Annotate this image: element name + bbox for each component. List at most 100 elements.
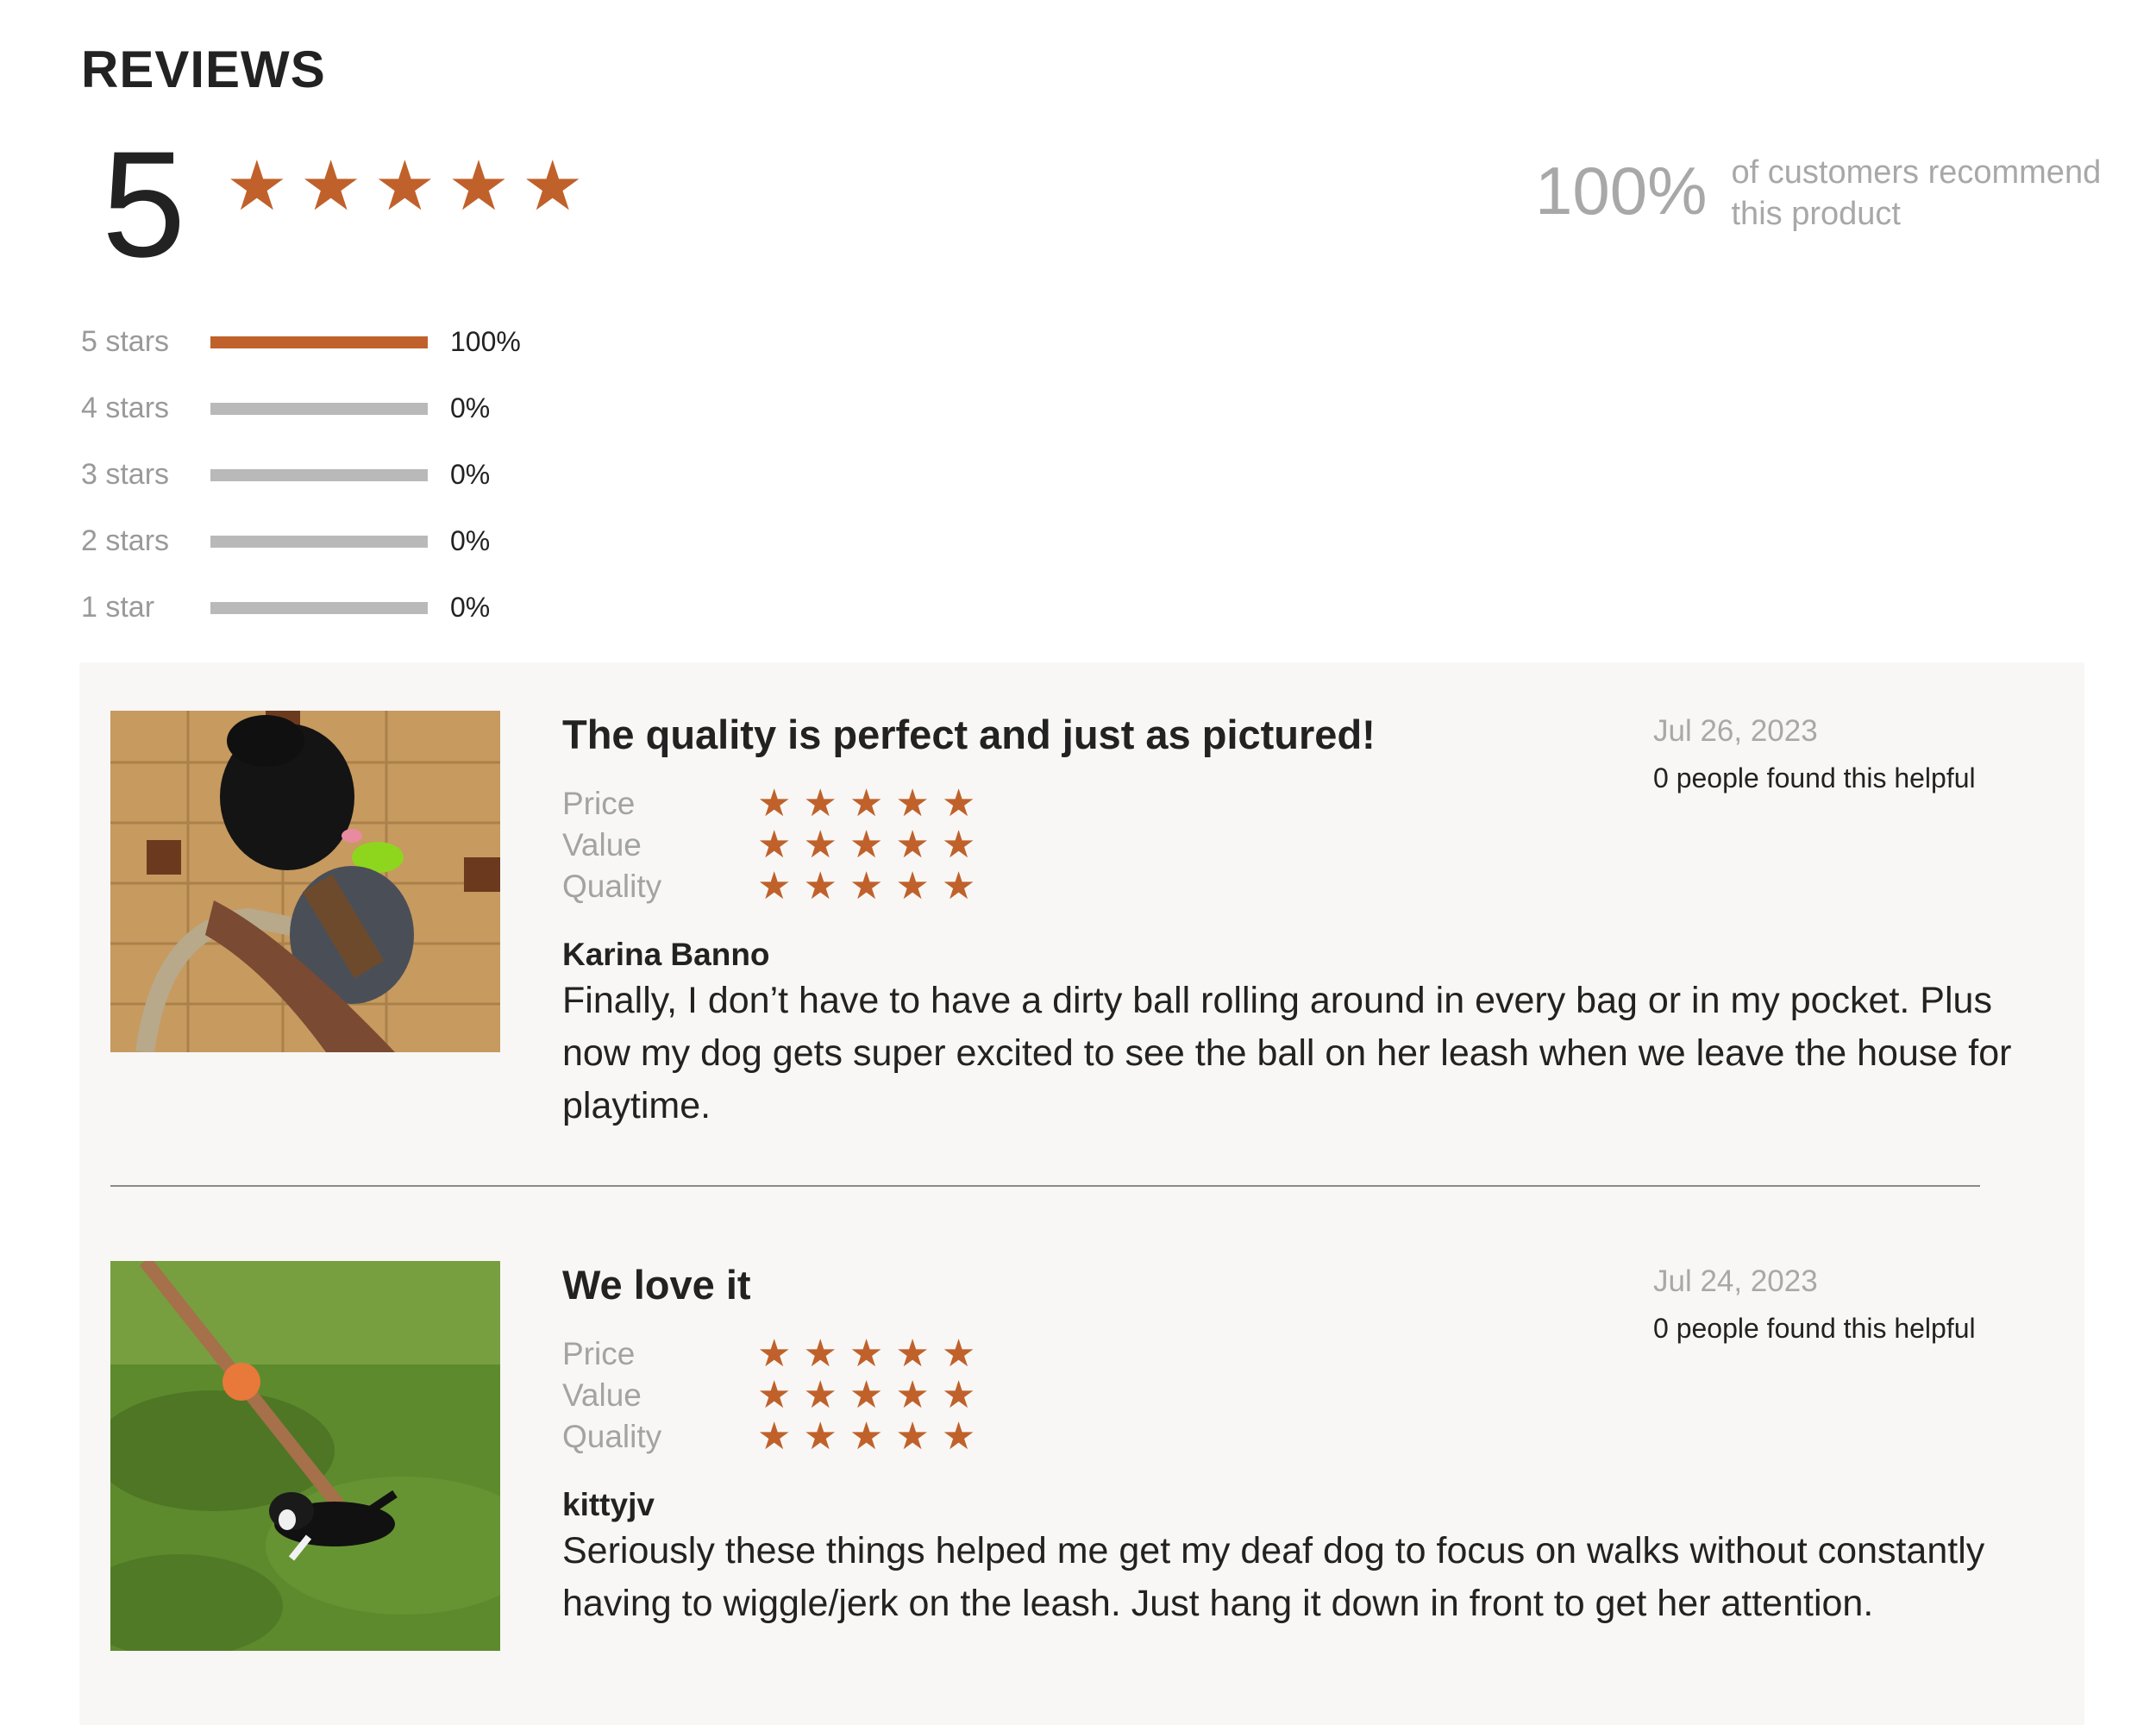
star-icon: ★	[299, 147, 362, 224]
rating-stars: ★ ★ ★ ★ ★	[757, 868, 975, 906]
review-title: We love it	[562, 1262, 751, 1308]
review-card: We love it Price ★ ★ ★ ★ ★ Value ★ ★ ★ ★ ★ Quali…	[79, 1261, 2084, 1692]
star-icon: ★	[895, 1333, 930, 1375]
star-icon: ★	[448, 147, 510, 224]
review-photo[interactable]	[110, 1261, 500, 1651]
distribution-row[interactable]: 5 stars 100%	[81, 309, 521, 375]
distribution-row[interactable]: 4 stars 0%	[81, 375, 521, 442]
star-icon: ★	[895, 1415, 930, 1458]
distribution-row[interactable]: 1 star 0%	[81, 574, 521, 641]
star-icon: ★	[757, 1333, 792, 1375]
rating-stars: ★ ★ ★ ★ ★	[757, 785, 975, 823]
review-divider	[110, 1185, 1980, 1187]
review-helpful[interactable]: 0 people found this helpful	[1653, 762, 1976, 794]
rating-row-quality: Quality ★ ★ ★ ★ ★	[562, 1416, 975, 1458]
distribution-percent: 0%	[450, 459, 491, 490]
distribution-bar	[210, 601, 428, 614]
rating-row-price: Price ★ ★ ★ ★ ★	[562, 783, 975, 825]
recommend-percent: 100%	[1535, 153, 1708, 229]
rating-stars: ★ ★ ★ ★ ★	[757, 1418, 975, 1456]
rating-label: Quality	[562, 1419, 662, 1454]
distribution-label: 1 star	[81, 591, 155, 624]
review-body: Finally, I don’t have to have a dirty ba…	[562, 980, 2012, 1126]
star-icon: ★	[849, 1333, 884, 1375]
distribution-label: 3 stars	[81, 458, 170, 491]
rating-row-quality: Quality ★ ★ ★ ★ ★	[562, 866, 975, 907]
rating-stars: ★ ★ ★ ★ ★	[757, 826, 975, 864]
dog-on-grass-photo	[110, 1261, 500, 1651]
distribution-row[interactable]: 2 stars 0%	[81, 508, 521, 574]
star-icon: ★	[941, 1333, 976, 1375]
review-helpful[interactable]: 0 people found this helpful	[1653, 1313, 1976, 1345]
review-ratings: Price ★ ★ ★ ★ ★ Value ★ ★ ★ ★ ★ Quality ★ ★ ★ ★ ★	[562, 783, 975, 907]
star-icon: ★	[373, 147, 436, 224]
rating-row-value: Value ★ ★ ★ ★ ★	[562, 825, 975, 866]
review-card: The quality is perfect and just as pictu…	[79, 711, 2084, 1194]
star-icon: ★	[803, 1415, 837, 1458]
star-icon: ★	[226, 147, 288, 224]
star-icon: ★	[757, 782, 792, 825]
star-icon: ★	[757, 1374, 792, 1416]
average-rating: 5	[102, 121, 186, 289]
star-icon: ★	[803, 865, 837, 907]
rating-label: Value	[562, 1377, 642, 1413]
rating-label: Price	[562, 1336, 636, 1371]
rating-label: Quality	[562, 869, 662, 904]
review-author: kittyjv	[562, 1487, 655, 1522]
star-icon: ★	[895, 1374, 930, 1416]
dog-with-ball-leash-photo	[110, 711, 500, 1052]
distribution-bar	[210, 535, 428, 548]
star-icon: ★	[849, 1374, 884, 1416]
star-icon: ★	[941, 865, 976, 907]
star-icon: ★	[941, 1415, 976, 1458]
star-icon: ★	[941, 1374, 976, 1416]
reviews-heading: REVIEWS	[81, 41, 326, 98]
star-icon: ★	[895, 865, 930, 907]
star-icon: ★	[849, 824, 884, 866]
star-icon: ★	[849, 865, 884, 907]
rating-label: Price	[562, 786, 636, 821]
star-icon: ★	[757, 865, 792, 907]
review-body: Seriously these things helped me get my …	[562, 1530, 1985, 1624]
distribution-percent: 0%	[450, 592, 491, 623]
review-ratings: Price ★ ★ ★ ★ ★ Value ★ ★ ★ ★ ★ Quality ★ ★ ★ ★ ★	[562, 1333, 975, 1458]
recommend-summary: 100% of customers recommend this product	[1535, 152, 2103, 235]
distribution-label: 4 stars	[81, 392, 170, 424]
recommend-text: of customers recommend this product	[1731, 154, 2102, 232]
rating-stars: ★ ★ ★ ★ ★	[757, 1335, 975, 1373]
rating-row-value: Value ★ ★ ★ ★ ★	[562, 1375, 975, 1416]
star-icon: ★	[941, 782, 976, 825]
distribution-bar-fill	[210, 336, 428, 348]
distribution-percent: 0%	[450, 392, 491, 423]
review-photo[interactable]	[110, 711, 500, 1052]
rating-distribution: 5 stars 100% 4 stars 0% 3 stars 0% 2 sta…	[81, 309, 521, 641]
star-icon: ★	[757, 824, 792, 866]
rating-stars: ★ ★ ★ ★ ★	[757, 1377, 975, 1414]
review-date: Jul 24, 2023	[1653, 1264, 1818, 1298]
distribution-percent: 100%	[450, 326, 521, 357]
distribution-row[interactable]: 3 stars 0%	[81, 442, 521, 508]
rating-label: Value	[562, 827, 642, 862]
reviews-list: The quality is perfect and just as pictu…	[79, 662, 2084, 1725]
star-icon: ★	[521, 147, 584, 224]
average-stars: ★ ★ ★ ★ ★	[226, 152, 584, 221]
star-icon: ★	[803, 1374, 837, 1416]
distribution-label: 5 stars	[81, 325, 170, 358]
review-author: Karina Banno	[562, 937, 770, 972]
star-icon: ★	[757, 1415, 792, 1458]
distribution-percent: 0%	[450, 525, 491, 556]
review-title: The quality is perfect and just as pictu…	[562, 712, 1376, 757]
star-icon: ★	[803, 782, 837, 825]
star-icon: ★	[803, 824, 837, 866]
star-icon: ★	[895, 782, 930, 825]
distribution-bar	[210, 336, 428, 348]
star-icon: ★	[849, 1415, 884, 1458]
star-icon: ★	[803, 1333, 837, 1375]
review-date: Jul 26, 2023	[1653, 714, 1818, 748]
star-icon: ★	[941, 824, 976, 866]
star-icon: ★	[895, 824, 930, 866]
star-icon: ★	[849, 782, 884, 825]
distribution-bar	[210, 468, 428, 481]
distribution-bar	[210, 402, 428, 415]
rating-row-price: Price ★ ★ ★ ★ ★	[562, 1333, 975, 1375]
